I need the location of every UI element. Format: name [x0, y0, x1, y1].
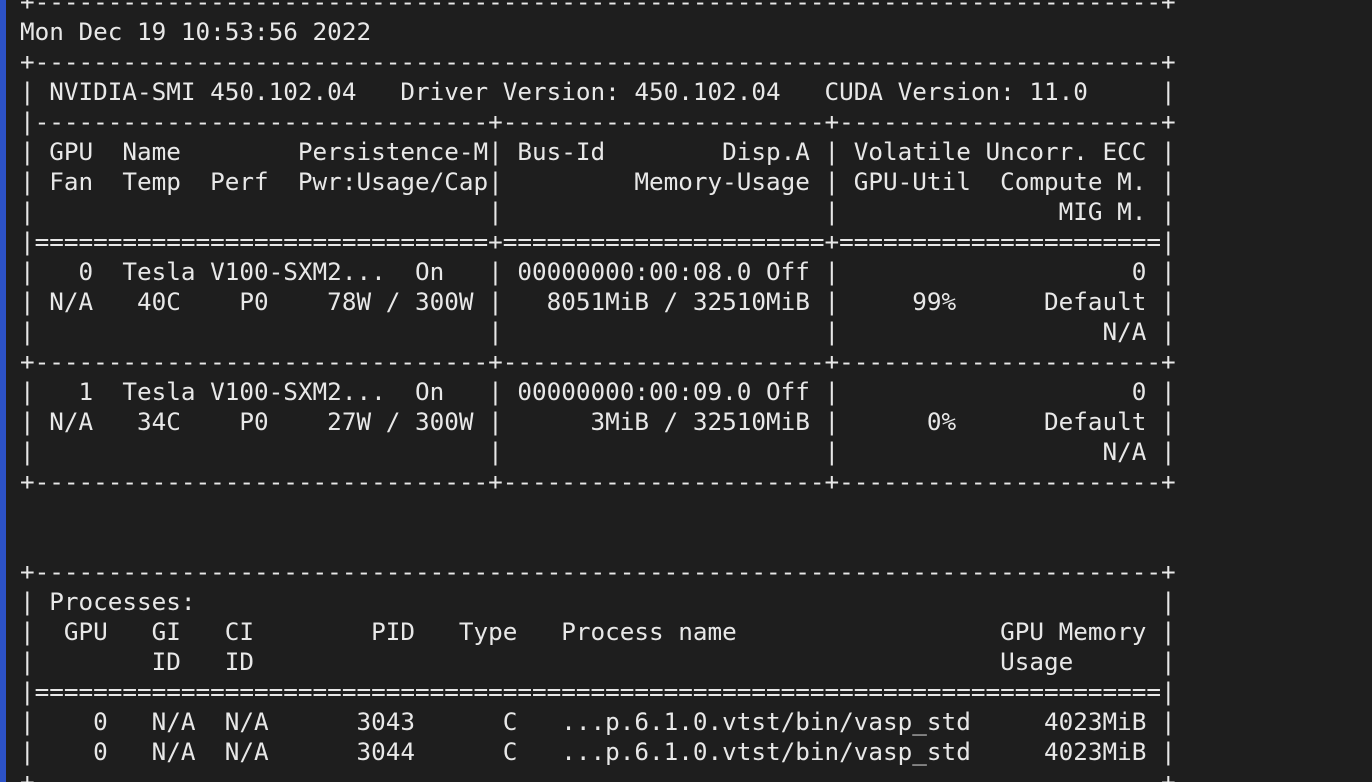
- process-row: | 0 N/A N/A 3044 C ...p.6.1.0.vtst/bin/v…: [20, 737, 1176, 766]
- terminal-line: +---------------------------------------…: [20, 0, 1176, 16]
- terminal-line: +---------------------------------------…: [20, 47, 1176, 76]
- terminal-line: +---------------------------------------…: [20, 767, 1176, 782]
- terminal-line: +-------------------------------+-------…: [20, 347, 1176, 376]
- terminal-line: |===============================+=======…: [20, 227, 1176, 256]
- gpu-table-header: | | | MIG M. |: [20, 197, 1176, 226]
- gpu-table-header: | GPU Name Persistence-M| Bus-Id Disp.A …: [20, 137, 1176, 166]
- window-left-edge: [0, 0, 6, 782]
- gpu-row-1: | 1 Tesla V100-SXM2... On | 00000000:00:…: [20, 377, 1176, 406]
- gpu-row-1: | N/A 34C P0 27W / 300W | 3MiB / 32510Mi…: [20, 407, 1176, 436]
- gpu-row-1: | | | N/A |: [20, 437, 1176, 466]
- terminal-output[interactable]: +---------------------------------------…: [20, 0, 1176, 782]
- gpu-row-0: | 0 Tesla V100-SXM2... On | 00000000:00:…: [20, 257, 1176, 286]
- processes-title: | Processes: |: [20, 587, 1176, 616]
- process-row: | 0 N/A N/A 3043 C ...p.6.1.0.vtst/bin/v…: [20, 707, 1176, 736]
- terminal-line: |=======================================…: [20, 677, 1176, 706]
- gpu-row-0: | N/A 40C P0 78W / 300W | 8051MiB / 3251…: [20, 287, 1176, 316]
- terminal-window[interactable]: +---------------------------------------…: [0, 0, 1372, 782]
- version-line: | NVIDIA-SMI 450.102.04 Driver Version: …: [20, 77, 1176, 106]
- gpu-table-header: | Fan Temp Perf Pwr:Usage/Cap| Memory-Us…: [20, 167, 1176, 196]
- gpu-row-0: | | | N/A |: [20, 317, 1176, 346]
- terminal-line: |-------------------------------+-------…: [20, 107, 1176, 136]
- terminal-line: +---------------------------------------…: [20, 557, 1176, 586]
- timestamp-line: Mon Dec 19 10:53:56 2022: [20, 17, 372, 46]
- processes-header: | GPU GI CI PID Type Process name GPU Me…: [20, 617, 1176, 646]
- terminal-line: +-------------------------------+-------…: [20, 467, 1176, 496]
- processes-header: | ID ID Usage |: [20, 647, 1176, 676]
